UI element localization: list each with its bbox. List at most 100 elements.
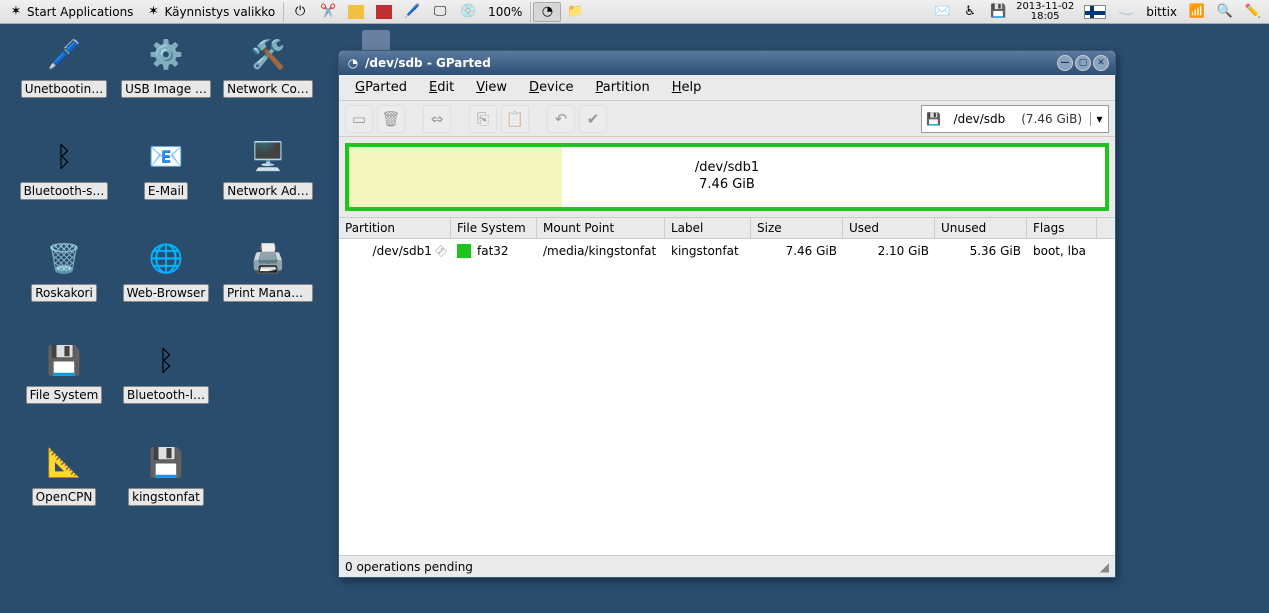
undo-icon: ↶ — [555, 110, 568, 128]
tray-flag[interactable] — [1078, 2, 1112, 22]
taskbar-window-filemanager[interactable]: 📁 — [561, 2, 589, 22]
quicklaunch-button[interactable] — [342, 2, 370, 22]
lock-icon: ⚿ — [432, 242, 449, 259]
cell-used: 2.10 GiB — [843, 244, 935, 258]
desktop-icon[interactable]: 💾kingstonfat — [120, 438, 212, 509]
col-mountpoint[interactable]: Mount Point — [537, 218, 665, 238]
resize-button[interactable]: ⇔ — [423, 105, 451, 133]
filemanager-tab-icon — [362, 30, 390, 52]
quicklaunch-button[interactable]: 🖵 — [426, 2, 454, 22]
menu-gparted[interactable]: GParted — [347, 78, 415, 97]
desktop-icon-label: Roskakori — [31, 284, 97, 302]
tray-disk[interactable]: 💾 — [984, 2, 1012, 22]
window-title: /dev/sdb - GParted — [365, 56, 491, 70]
desktop-icon[interactable]: 🗑️Roskakori — [18, 234, 110, 305]
col-size[interactable]: Size — [751, 218, 843, 238]
partition-used-bar — [349, 147, 562, 207]
close-button[interactable]: ✕ — [1093, 55, 1109, 71]
tray-edit[interactable]: ✏️ — [1239, 2, 1267, 22]
quicklaunch-button[interactable]: ⏻ — [286, 2, 314, 22]
user-label: bittix — [1146, 5, 1177, 19]
desktop-icon[interactable]: 🖥️Network Ad… — [222, 132, 314, 203]
chevron-down-icon[interactable]: ▾ — [1090, 112, 1108, 126]
menu-edit[interactable]: Edit — [421, 78, 462, 97]
desktop-icon-label: File System — [26, 386, 103, 404]
app-icon: 💾 — [142, 438, 190, 486]
menu-view[interactable]: View — [468, 78, 515, 97]
fs-color-swatch — [457, 244, 471, 258]
app-icon: ᛒ — [142, 336, 190, 384]
desktop-icon-label: Unetbootin… — [21, 80, 107, 98]
menu-device[interactable]: Device — [521, 78, 581, 97]
desktop-icon-label: Bluetooth-l… — [123, 386, 209, 404]
accessibility-icon: ♿ — [962, 4, 978, 20]
menu-help[interactable]: Help — [664, 78, 710, 97]
app-icon — [376, 5, 392, 19]
undo-button[interactable]: ↶ — [547, 105, 575, 133]
copy-button[interactable]: ⎘ — [469, 105, 497, 133]
battery-indicator[interactable]: 100% — [482, 2, 528, 22]
desktop-icon[interactable]: ⚙️USB Image … — [120, 30, 212, 101]
device-selector[interactable]: 💾 /dev/sdb (7.46 GiB) ▾ — [921, 105, 1109, 133]
cell-unused: 5.36 GiB — [935, 244, 1027, 258]
titlebar[interactable]: ◔ /dev/sdb - GParted — ▢ ✕ — [339, 51, 1115, 75]
tray-weather[interactable]: ☁️ — [1112, 2, 1140, 22]
desktop-icon[interactable]: 📧E-Mail — [120, 132, 212, 203]
tray-wifi[interactable]: 📶 — [1183, 2, 1211, 22]
apply-button[interactable]: ✔ — [579, 105, 607, 133]
col-partition[interactable]: Partition — [339, 218, 451, 238]
cell-size: 7.46 GiB — [751, 244, 843, 258]
gparted-icon: ◔ — [539, 4, 555, 20]
desktop-icon-label: Web-Browser — [123, 284, 210, 302]
partition-visual-size: 7.46 GiB — [695, 177, 759, 194]
device-path: /dev/sdb — [946, 112, 1014, 126]
start-label-2: Käynnistys valikko — [164, 5, 275, 19]
taskbar-window-gparted[interactable]: ◔ — [533, 2, 561, 22]
app-icon: 📧 — [142, 132, 190, 180]
partition-visual-info: /dev/sdb1 7.46 GiB — [695, 160, 759, 194]
quicklaunch-button[interactable]: 🖊️ — [398, 2, 426, 22]
separator — [530, 2, 531, 22]
resize-grip-icon[interactable]: ◢ — [1100, 560, 1109, 574]
tray-accessibility[interactable]: ♿ — [956, 2, 984, 22]
app-icon: ᛒ — [40, 132, 88, 180]
clock[interactable]: 2013-11-02 18:05 — [1012, 2, 1078, 22]
new-partition-button[interactable]: ▭ — [345, 105, 373, 133]
partition-visual[interactable]: /dev/sdb1 7.46 GiB — [345, 143, 1109, 211]
desktop-icon[interactable]: 🖊️Unetbootin… — [18, 30, 110, 101]
desktop-icon[interactable]: 🖨️Print Manager — [222, 234, 314, 305]
delete-partition-button[interactable]: 🗑 — [377, 105, 405, 133]
minimize-button[interactable]: — — [1057, 55, 1073, 71]
desktop-icon[interactable]: ᛒ Bluetooth-l… — [120, 336, 212, 407]
desktop-icon[interactable]: 📐OpenCPN — [18, 438, 110, 509]
resize-icon: ⇔ — [431, 110, 444, 128]
weather-icon: ☁️ — [1118, 4, 1134, 20]
col-used[interactable]: Used — [843, 218, 935, 238]
start-icon: ✶ — [8, 4, 24, 20]
toolbar: ▭ 🗑 ⇔ ⎘ 📋 ↶ ✔ 💾 /dev/sdb (7.46 GiB) ▾ — [339, 101, 1115, 137]
quicklaunch-button[interactable]: 💿 — [454, 2, 482, 22]
desktop-icon[interactable]: 💾File System — [18, 336, 110, 407]
tray-user[interactable]: bittix — [1140, 2, 1183, 22]
table-row[interactable]: /dev/sdb1 ⚿ fat32 /media/kingstonfat kin… — [339, 239, 1115, 263]
app-icon: 🖨️ — [244, 234, 292, 282]
desktop-icon[interactable]: 🛠️Network Co… — [222, 30, 314, 101]
desktop-icon[interactable]: 🌐Web-Browser — [120, 234, 212, 305]
col-filesystem[interactable]: File System — [451, 218, 537, 238]
col-unused[interactable]: Unused — [935, 218, 1027, 238]
battery-label: 100% — [488, 5, 522, 19]
start-applications-button[interactable]: ✶ Start Applications — [2, 2, 139, 22]
menu-partition[interactable]: Partition — [588, 78, 658, 97]
quicklaunch-button[interactable] — [370, 2, 398, 22]
clock-time: 18:05 — [1016, 12, 1074, 22]
col-flags[interactable]: Flags — [1027, 218, 1097, 238]
tray-search[interactable]: 🔍 — [1211, 2, 1239, 22]
tray-mail[interactable]: ✉️ — [928, 2, 956, 22]
cell-flags: boot, lba — [1027, 244, 1097, 258]
quicklaunch-button[interactable]: ✂️ — [314, 2, 342, 22]
paste-button[interactable]: 📋 — [501, 105, 529, 133]
desktop-icon[interactable]: ᛒBluetooth-s… — [18, 132, 110, 203]
col-label[interactable]: Label — [665, 218, 751, 238]
maximize-button[interactable]: ▢ — [1075, 55, 1091, 71]
start-menu-button[interactable]: ✶ Käynnistys valikko — [139, 2, 281, 22]
